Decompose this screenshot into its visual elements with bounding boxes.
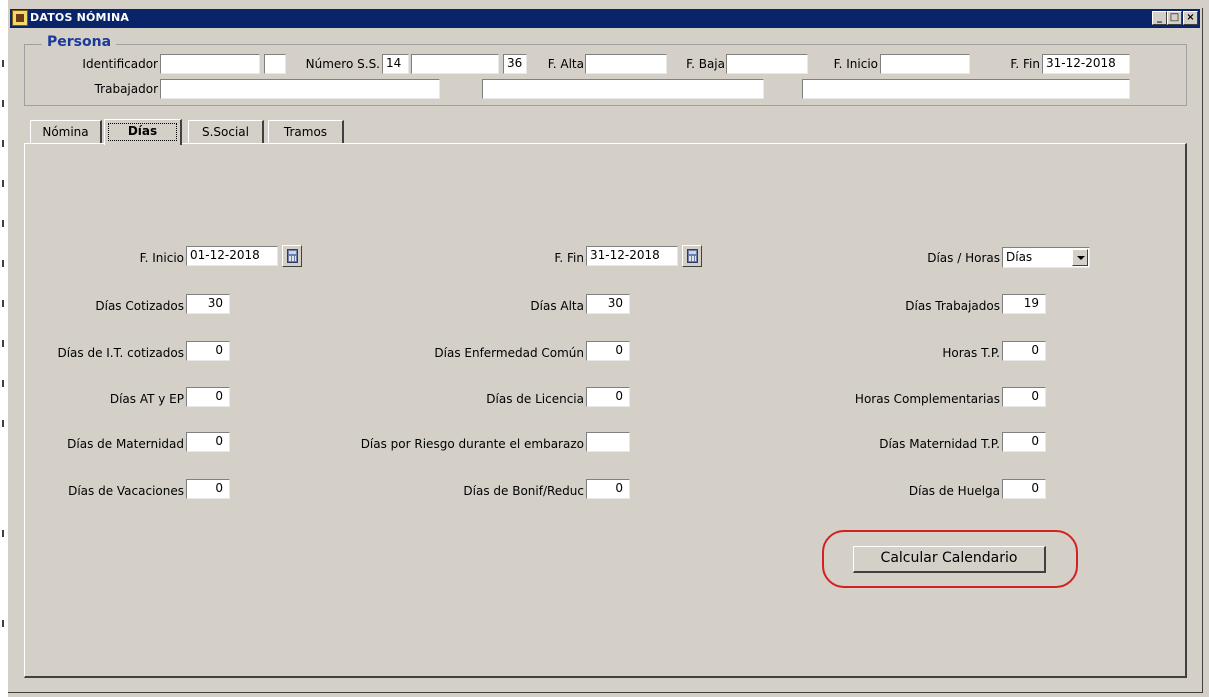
at-ep-field[interactable]: 0: [186, 387, 230, 407]
f-fin-label: F. Fin: [554, 251, 584, 265]
app-icon: [12, 10, 28, 26]
tab-tramos[interactable]: Tramos: [268, 120, 344, 144]
persona-f-inicio-label: F. Inicio: [833, 57, 878, 71]
riesgo-embarazo-label: Días por Riesgo durante el embarazo: [360, 437, 584, 451]
maximize-button[interactable]: □: [1167, 11, 1182, 25]
vacaciones-label: Días de Vacaciones: [68, 484, 184, 498]
tab-dias-label: Días: [127, 124, 158, 138]
dias-alta-label: Días Alta: [530, 299, 584, 313]
persona-f-fin-label: F. Fin: [1010, 57, 1040, 71]
f-alta-label: F. Alta: [547, 57, 584, 71]
calendar-icon: [687, 249, 698, 263]
dias-horas-label: Días / Horas: [927, 251, 1000, 265]
identificador-field[interactable]: [160, 54, 260, 74]
persona-f-inicio-field[interactable]: [880, 54, 970, 74]
f-fin-field[interactable]: 31-12-2018: [586, 246, 678, 266]
dias-horas-value: Días: [1006, 250, 1033, 264]
huelga-label: Días de Huelga: [908, 484, 1000, 498]
f-baja-label: F. Baja: [686, 57, 725, 71]
title-bar[interactable]: [10, 9, 1200, 28]
f-inicio-label: F. Inicio: [139, 251, 184, 265]
identificador-label: Identificador: [82, 57, 158, 71]
horas-complementarias-label: Horas Complementarias: [854, 392, 1000, 406]
numero-ss-field-3[interactable]: 36: [503, 54, 527, 74]
calcular-calendario-button[interactable]: Calcular Calendario: [853, 546, 1046, 573]
f-fin-calendar-button[interactable]: [682, 245, 702, 267]
dias-cotizados-field[interactable]: 30: [186, 294, 230, 314]
chevron-down-icon[interactable]: [1072, 249, 1088, 266]
f-inicio-calendar-button[interactable]: [282, 245, 302, 267]
enfermedad-comun-field[interactable]: 0: [586, 341, 630, 361]
minimize-button[interactable]: _: [1152, 11, 1167, 25]
huelga-field[interactable]: 0: [1002, 479, 1046, 499]
tab-nomina[interactable]: Nómina: [30, 120, 102, 144]
trabajador-label: Trabajador: [94, 82, 158, 96]
persona-f-fin-field[interactable]: 31-12-2018: [1042, 54, 1130, 74]
dias-alta-field[interactable]: 30: [586, 294, 630, 314]
maternidad-field[interactable]: 0: [186, 432, 230, 452]
horas-tp-label: Horas T.P.: [942, 346, 1000, 360]
numero-ss-label: Número S.S.: [305, 57, 380, 71]
f-inicio-field[interactable]: 01-12-2018: [186, 246, 278, 266]
dias-trabajados-label: Días Trabajados: [905, 299, 1000, 313]
tab-dias[interactable]: Días: [104, 119, 182, 145]
licencia-field[interactable]: 0: [586, 387, 630, 407]
dias-cotizados-label: Días Cotizados: [95, 299, 184, 313]
enfermedad-comun-label: Días Enfermedad Común: [434, 346, 584, 360]
persona-group-title: Persona: [42, 34, 117, 50]
dias-trabajados-field[interactable]: 19: [1002, 294, 1046, 314]
close-button[interactable]: ×: [1183, 11, 1198, 25]
at-ep-label: Días AT y EP: [109, 392, 184, 406]
f-baja-field[interactable]: [726, 54, 808, 74]
f-alta-field[interactable]: [585, 54, 667, 74]
numero-ss-field-1[interactable]: 14: [382, 54, 409, 74]
it-cotizados-field[interactable]: 0: [186, 341, 230, 361]
horas-complementarias-field[interactable]: 0: [1002, 387, 1046, 407]
trabajador-field-2[interactable]: [482, 79, 764, 99]
numero-ss-field-2[interactable]: [411, 54, 499, 74]
dias-panel: [24, 143, 1187, 678]
tab-s-social[interactable]: S.Social: [188, 120, 264, 144]
maternidad-label: Días de Maternidad: [67, 437, 184, 451]
licencia-label: Días de Licencia: [486, 392, 584, 406]
dias-horas-select[interactable]: Días: [1002, 247, 1090, 268]
bonif-reduc-field[interactable]: 0: [586, 479, 630, 499]
bonif-reduc-label: Días de Bonif/Reduc: [463, 484, 584, 498]
vacaciones-field[interactable]: 0: [186, 479, 230, 499]
trabajador-field-3[interactable]: [802, 79, 1130, 99]
window-title: DATOS NÓMINA: [30, 11, 130, 24]
horas-tp-field[interactable]: 0: [1002, 341, 1046, 361]
identificador-field-2[interactable]: [264, 54, 286, 74]
left-edge-strip: [0, 0, 8, 697]
it-cotizados-label: Días de I.T. cotizados: [57, 346, 184, 360]
trabajador-field-1[interactable]: [160, 79, 440, 99]
riesgo-embarazo-field[interactable]: [586, 432, 630, 452]
maternidad-tp-label: Días Maternidad T.P.: [879, 437, 1000, 451]
maternidad-tp-field[interactable]: 0: [1002, 432, 1046, 452]
calendar-icon: [287, 249, 298, 263]
